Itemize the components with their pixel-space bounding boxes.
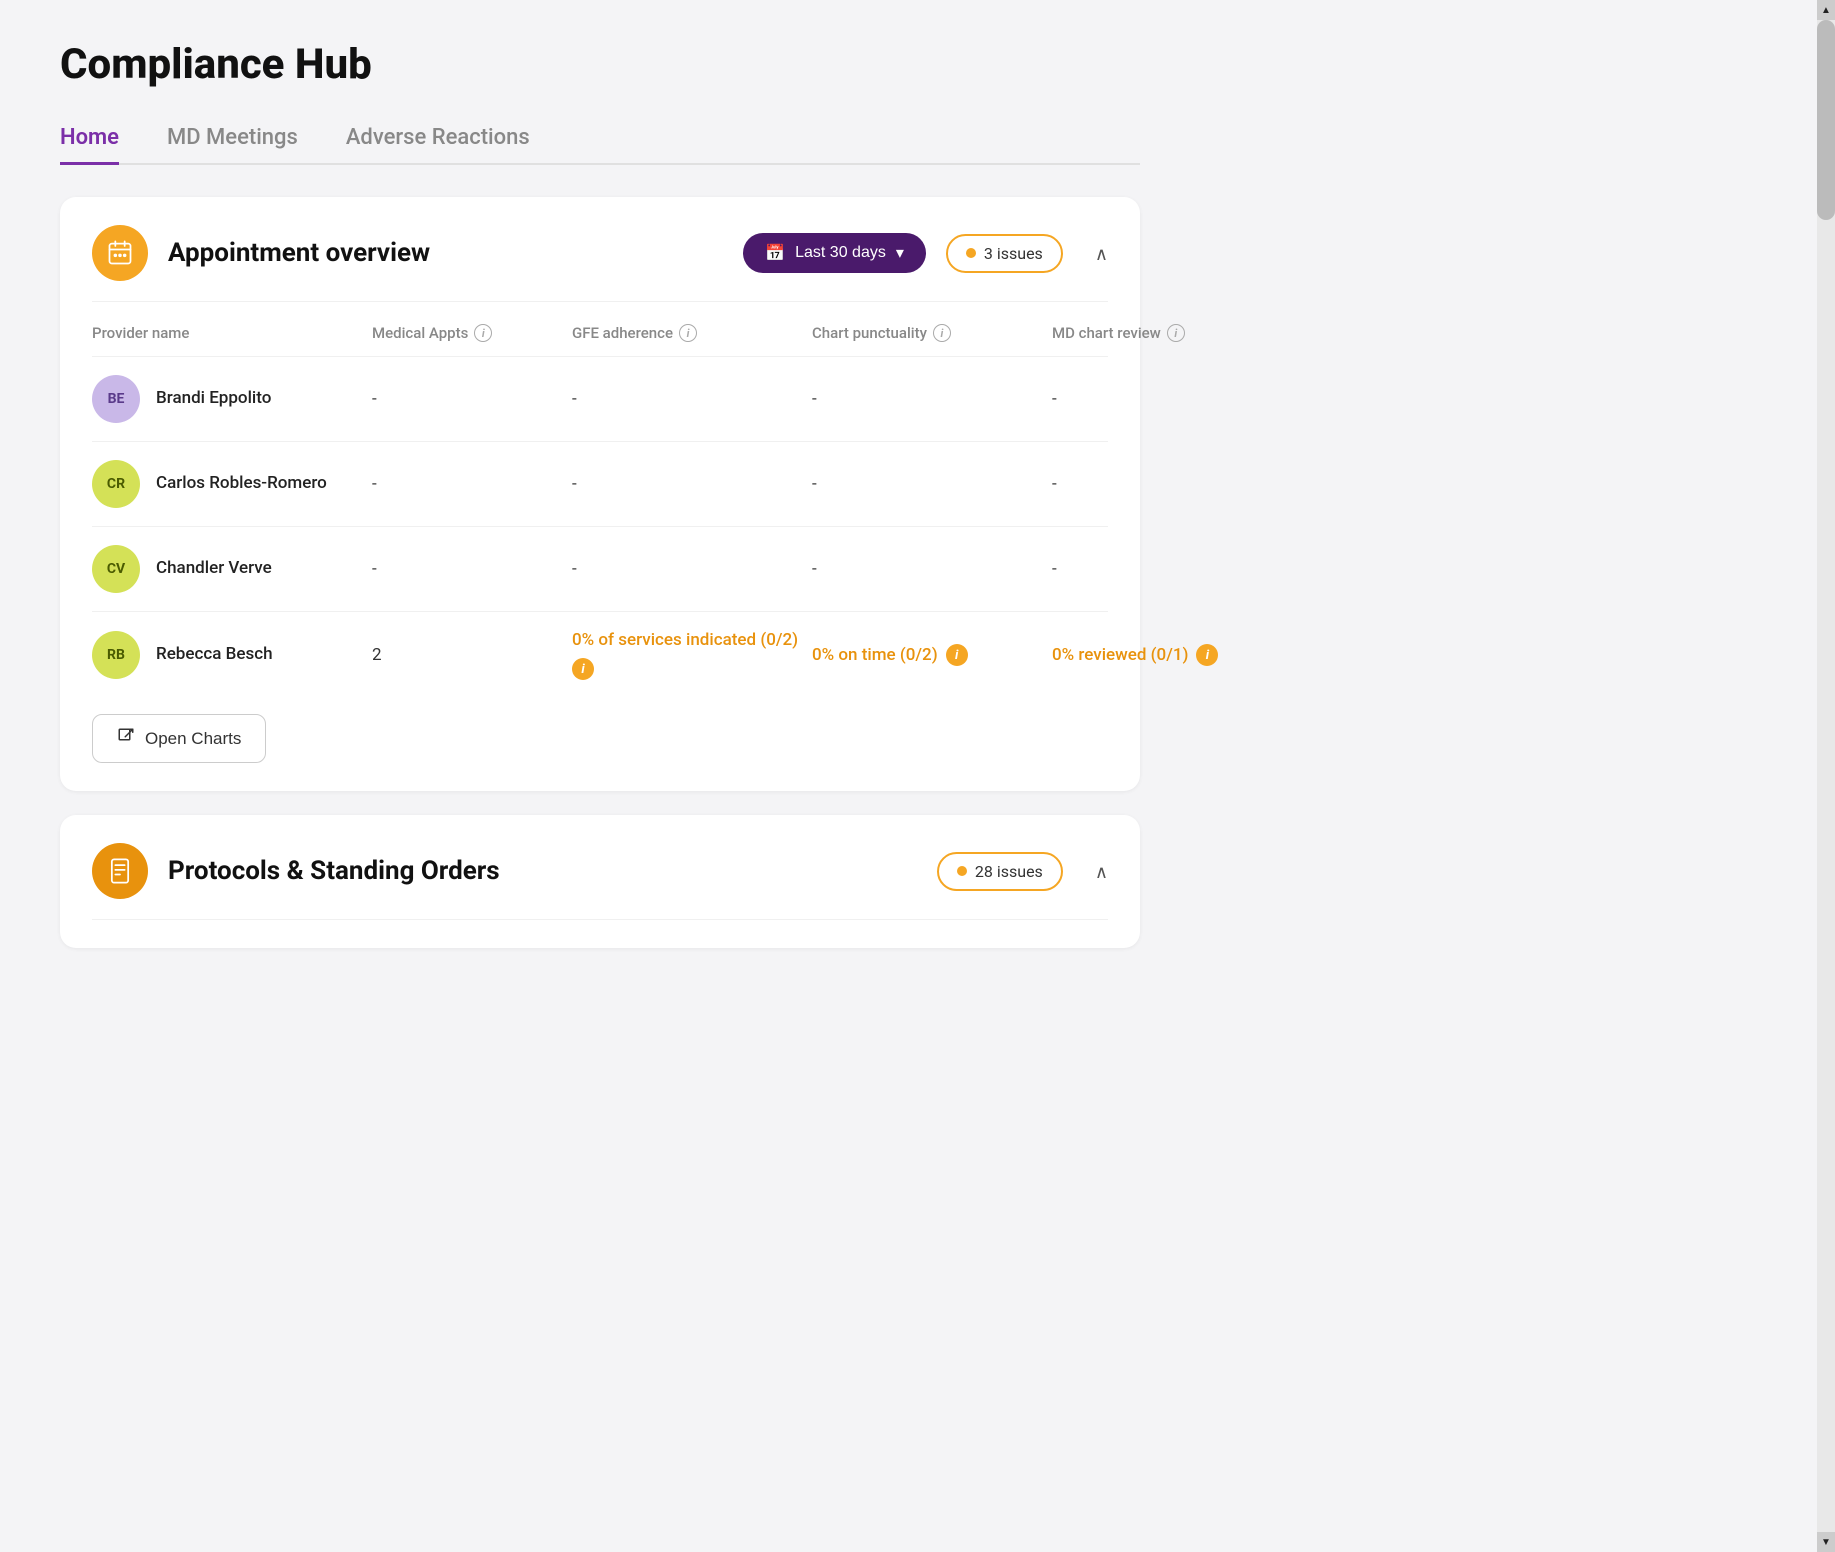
external-link-icon xyxy=(117,727,135,750)
protocols-card: Protocols & Standing Orders 28 issues ∧ xyxy=(60,815,1140,948)
col-provider-name: Provider name xyxy=(92,324,372,342)
date-filter-label: Last 30 days xyxy=(795,244,886,262)
tab-adverse-reactions[interactable]: Adverse Reactions xyxy=(346,125,530,165)
col-medical-appts: Medical Appts i xyxy=(372,324,572,342)
protocols-title: Protocols & Standing Orders xyxy=(168,856,917,886)
md-chart-review-value: - xyxy=(1052,559,1292,579)
gfe-warning-icon[interactable]: i xyxy=(572,658,594,680)
table-header-row: Provider name Medical Appts i GFE adhere… xyxy=(92,310,1108,356)
table-row: RB Rebecca Besch 2 0% of services indica… xyxy=(92,611,1108,698)
collapse-button[interactable]: ∧ xyxy=(1095,240,1108,266)
tab-home[interactable]: Home xyxy=(60,125,119,165)
appointment-table: Provider name Medical Appts i GFE adhere… xyxy=(92,310,1108,698)
tab-md-meetings[interactable]: MD Meetings xyxy=(167,125,298,165)
provider-name: Chandler Verve xyxy=(156,557,272,581)
medical-appts-info-icon[interactable]: i xyxy=(474,324,492,342)
appointment-overview-card: Appointment overview 📅 Last 30 days ▾ 3 … xyxy=(60,197,1140,791)
open-charts-button[interactable]: Open Charts xyxy=(92,714,266,763)
medical-appts-value: - xyxy=(372,559,572,579)
tab-bar: Home MD Meetings Adverse Reactions xyxy=(60,125,1140,165)
protocols-icon xyxy=(92,843,148,899)
open-charts-label: Open Charts xyxy=(145,729,241,749)
md-chart-review-value: - xyxy=(1052,389,1292,409)
provider-name: Rebecca Besch xyxy=(156,643,273,667)
chevron-down-icon: ▾ xyxy=(896,243,904,263)
issues-dot xyxy=(966,248,976,258)
protocols-chevron-up-icon: ∧ xyxy=(1095,862,1108,882)
gfe-adherence-value: - xyxy=(572,559,812,579)
scrollbar: ▲ ▼ xyxy=(1817,0,1835,1552)
avatar: RB xyxy=(92,631,140,679)
protocols-collapse-button[interactable]: ∧ xyxy=(1095,858,1108,884)
md-chart-review-info-icon[interactable]: i xyxy=(1167,324,1185,342)
protocols-issues-count: 28 issues xyxy=(975,862,1043,881)
medical-appts-value: - xyxy=(372,389,572,409)
gfe-adherence-value: 0% of services indicated (0/2) i xyxy=(572,630,812,680)
scroll-down-arrow[interactable]: ▼ xyxy=(1817,1532,1835,1552)
col-md-chart-review: MD chart review i xyxy=(1052,324,1292,342)
gfe-adherence-value: - xyxy=(572,389,812,409)
md-chart-review-value: - xyxy=(1052,474,1292,494)
issues-count: 3 issues xyxy=(984,244,1043,263)
chart-punctuality-value: - xyxy=(812,559,1052,579)
scroll-up-arrow[interactable]: ▲ xyxy=(1817,0,1835,20)
avatar: CR xyxy=(92,460,140,508)
provider-name: Brandi Eppolito xyxy=(156,387,271,411)
issues-badge[interactable]: 3 issues xyxy=(946,234,1063,273)
appointment-overview-title: Appointment overview xyxy=(168,238,723,268)
calendar-icon: 📅 xyxy=(765,243,785,263)
protocols-header: Protocols & Standing Orders 28 issues ∧ xyxy=(92,843,1108,920)
col-chart-punctuality: Chart punctuality i xyxy=(812,324,1052,342)
md-chart-review-value: 0% reviewed (0/1) i xyxy=(1052,644,1292,666)
provider-name: Carlos Robles-Romero xyxy=(156,472,327,496)
protocols-issues-badge[interactable]: 28 issues xyxy=(937,852,1063,891)
provider-cell: CR Carlos Robles-Romero xyxy=(92,460,372,508)
medical-appts-value: - xyxy=(372,474,572,494)
gfe-adherence-value: - xyxy=(572,474,812,494)
chart-punctuality-warning-icon[interactable]: i xyxy=(946,644,968,666)
chart-punctuality-info-icon[interactable]: i xyxy=(933,324,951,342)
provider-cell: CV Chandler Verve xyxy=(92,545,372,593)
provider-cell: BE Brandi Eppolito xyxy=(92,375,372,423)
chart-punctuality-value: - xyxy=(812,389,1052,409)
date-filter-button[interactable]: 📅 Last 30 days ▾ xyxy=(743,233,926,273)
col-gfe-adherence: GFE adherence i xyxy=(572,324,812,342)
provider-cell: RB Rebecca Besch xyxy=(92,631,372,679)
chart-punctuality-value: 0% on time (0/2) i xyxy=(812,644,1052,666)
medical-appts-value: 2 xyxy=(372,645,572,665)
chevron-up-icon: ∧ xyxy=(1095,244,1108,264)
md-chart-review-warning-icon[interactable]: i xyxy=(1196,644,1218,666)
page-title: Compliance Hub xyxy=(60,40,1140,89)
avatar: CV xyxy=(92,545,140,593)
table-row: BE Brandi Eppolito - - - - xyxy=(92,356,1108,441)
protocols-issues-dot xyxy=(957,866,967,876)
avatar: BE xyxy=(92,375,140,423)
table-row: CR Carlos Robles-Romero - - - - xyxy=(92,441,1108,526)
gfe-adherence-info-icon[interactable]: i xyxy=(679,324,697,342)
appointment-icon xyxy=(92,225,148,281)
chart-punctuality-value: - xyxy=(812,474,1052,494)
appointment-overview-header: Appointment overview 📅 Last 30 days ▾ 3 … xyxy=(92,225,1108,302)
table-row: CV Chandler Verve - - - - xyxy=(92,526,1108,611)
scrollbar-thumb[interactable] xyxy=(1817,20,1835,220)
